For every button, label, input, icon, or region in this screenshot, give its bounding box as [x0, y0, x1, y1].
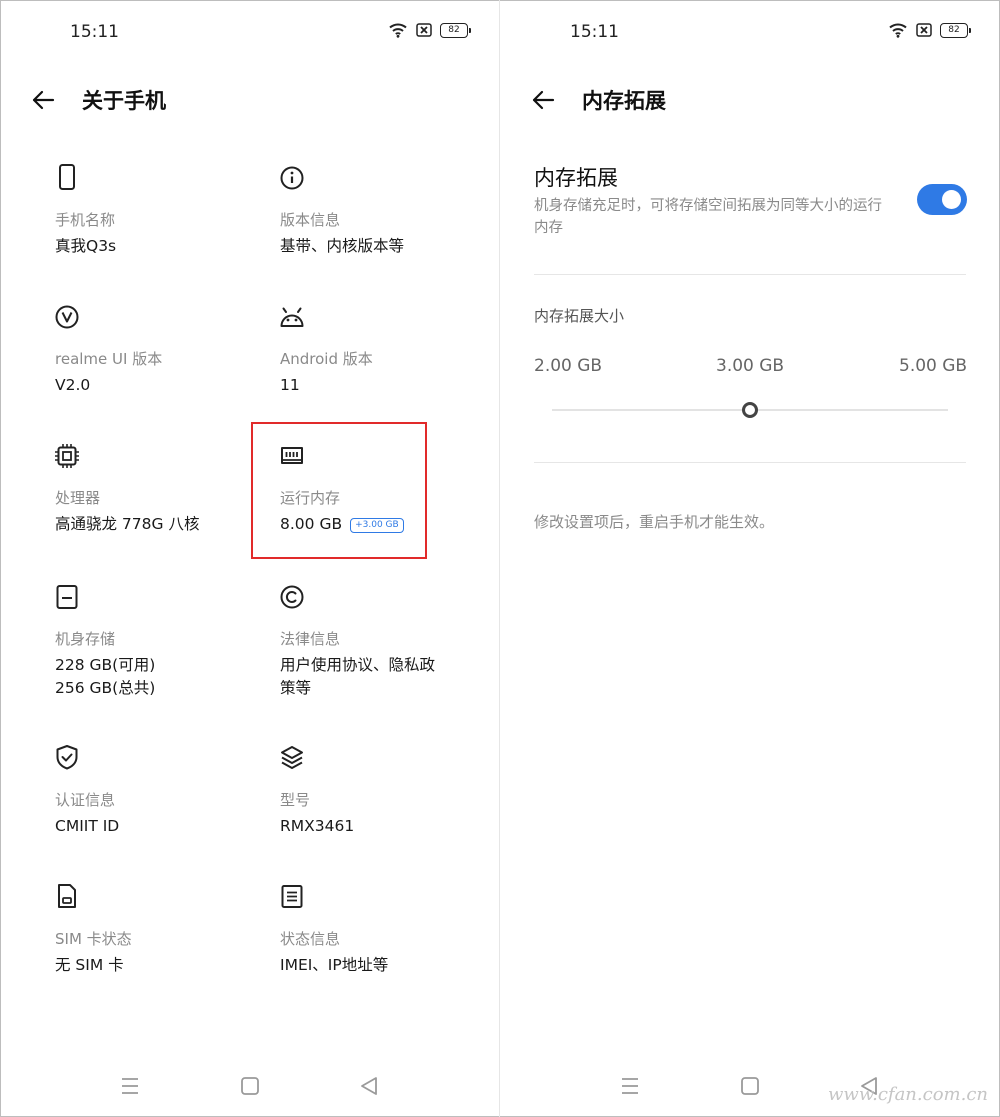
- item-value: 11: [280, 376, 300, 394]
- item-label: 处理器: [55, 489, 101, 507]
- nav-bar: [0, 1074, 500, 1098]
- watermark: www.cfan.com.cn: [828, 1084, 988, 1105]
- item-label: 版本信息: [280, 211, 341, 229]
- shield-check-icon: [56, 745, 78, 770]
- size-slider-thumb[interactable]: [742, 402, 758, 418]
- item-value: 无 SIM 卡: [55, 956, 124, 974]
- size-option-5gb[interactable]: 5.00 GB: [899, 356, 967, 376]
- back-triangle-icon[interactable]: [357, 1074, 381, 1098]
- ram-highlight-box: [251, 422, 427, 559]
- size-option-3gb[interactable]: 3.00 GB: [716, 356, 784, 376]
- home-icon[interactable]: [738, 1074, 762, 1098]
- page-title: 关于手机: [82, 89, 166, 113]
- menu-icon[interactable]: [118, 1074, 142, 1098]
- document-icon: [281, 885, 303, 908]
- wifi-icon: [889, 23, 907, 38]
- menu-icon[interactable]: [618, 1074, 642, 1098]
- memory-extension-screen: 15:11 82 内存拓展 内存拓展 机身存储充足时，可将存储空间拓展为同等大小…: [500, 0, 1000, 1117]
- item-value: CMIIT ID: [55, 817, 120, 835]
- item-value: IMEI、IP地址等: [280, 956, 389, 974]
- item-sim-status[interactable]: SIM 卡状态 无 SIM 卡: [55, 883, 265, 977]
- item-label: SIM 卡状态: [55, 930, 132, 948]
- no-sim-icon: [916, 23, 932, 37]
- item-value: 真我Q3s: [55, 237, 117, 255]
- back-arrow-icon[interactable]: [30, 87, 56, 113]
- chip-icon: [55, 444, 79, 468]
- wifi-icon: [389, 23, 407, 38]
- back-arrow-icon[interactable]: [530, 87, 556, 113]
- item-label: 状态信息: [280, 930, 341, 948]
- divider: [534, 462, 966, 463]
- item-value: V2.0: [55, 376, 91, 394]
- extension-size-title: 内存拓展大小: [534, 307, 625, 325]
- status-time: 15:11: [570, 22, 619, 42]
- status-icons: 82: [888, 22, 971, 38]
- item-value: 高通骁龙 778G 八核: [55, 515, 200, 533]
- app-bar: 内存拓展: [530, 84, 666, 116]
- item-value: 用户使用协议、隐私政: [280, 656, 436, 674]
- item-status-info[interactable]: 状态信息 IMEI、IP地址等: [280, 883, 490, 977]
- item-value: 228 GB(可用): [55, 656, 156, 674]
- item-android-version[interactable]: Android 版本 11: [280, 303, 490, 397]
- page-title: 内存拓展: [582, 89, 666, 113]
- item-label: realme UI 版本: [55, 350, 163, 368]
- divider: [534, 274, 966, 275]
- size-option-2gb[interactable]: 2.00 GB: [534, 356, 602, 376]
- layers-icon: [281, 746, 303, 769]
- realme-v-icon: [55, 305, 79, 329]
- item-label: 机身存储: [55, 630, 116, 648]
- copyright-icon: [280, 585, 304, 609]
- about-phone-screen: 15:11 82 关于手机 手机名称 真我Q3s 版本信息 基带、内核版本等 r…: [0, 0, 500, 1117]
- memory-extension-description: 机身存储充足时，可将存储空间拓展为同等大小的运行内存: [534, 198, 882, 236]
- item-value-2: 策等: [280, 679, 312, 697]
- item-realme-ui-version[interactable]: realme UI 版本 V2.0: [55, 303, 265, 397]
- home-icon[interactable]: [238, 1074, 262, 1098]
- item-version-info[interactable]: 版本信息 基带、内核版本等: [280, 164, 490, 258]
- item-storage[interactable]: 机身存储 228 GB(可用) 256 GB(总共): [55, 583, 265, 700]
- sim-icon: [58, 884, 76, 908]
- item-value-2: 256 GB(总共): [55, 679, 156, 697]
- android-icon: [280, 307, 304, 327]
- battery-icon: 82: [940, 22, 971, 38]
- item-certification[interactable]: 认证信息 CMIIT ID: [55, 744, 265, 838]
- item-label: 手机名称: [55, 211, 116, 229]
- item-phone-name[interactable]: 手机名称 真我Q3s: [55, 164, 265, 258]
- app-bar: 关于手机: [30, 84, 166, 116]
- toggle-knob: [942, 190, 961, 209]
- item-legal-info[interactable]: 法律信息 用户使用协议、隐私政 策等: [280, 583, 490, 700]
- item-value: 基带、内核版本等: [280, 237, 405, 255]
- item-label: Android 版本: [280, 350, 373, 368]
- phone-icon: [59, 164, 75, 190]
- item-processor[interactable]: 处理器 高通骁龙 778G 八核: [55, 442, 265, 536]
- item-model[interactable]: 型号 RMX3461: [280, 744, 490, 838]
- status-icons: 82: [388, 22, 471, 38]
- storage-icon: [56, 585, 78, 609]
- restart-note: 修改设置项后，重启手机才能生效。: [534, 513, 775, 531]
- item-label: 法律信息: [280, 630, 341, 648]
- no-sim-icon: [416, 23, 432, 37]
- status-time: 15:11: [70, 22, 119, 42]
- battery-icon: 82: [440, 22, 471, 38]
- item-label: 型号: [280, 791, 311, 809]
- item-value: RMX3461: [280, 817, 355, 835]
- memory-extension-title: 内存拓展: [534, 166, 618, 190]
- item-label: 认证信息: [55, 791, 116, 809]
- info-icon: [280, 166, 304, 190]
- memory-extension-toggle[interactable]: [917, 184, 967, 215]
